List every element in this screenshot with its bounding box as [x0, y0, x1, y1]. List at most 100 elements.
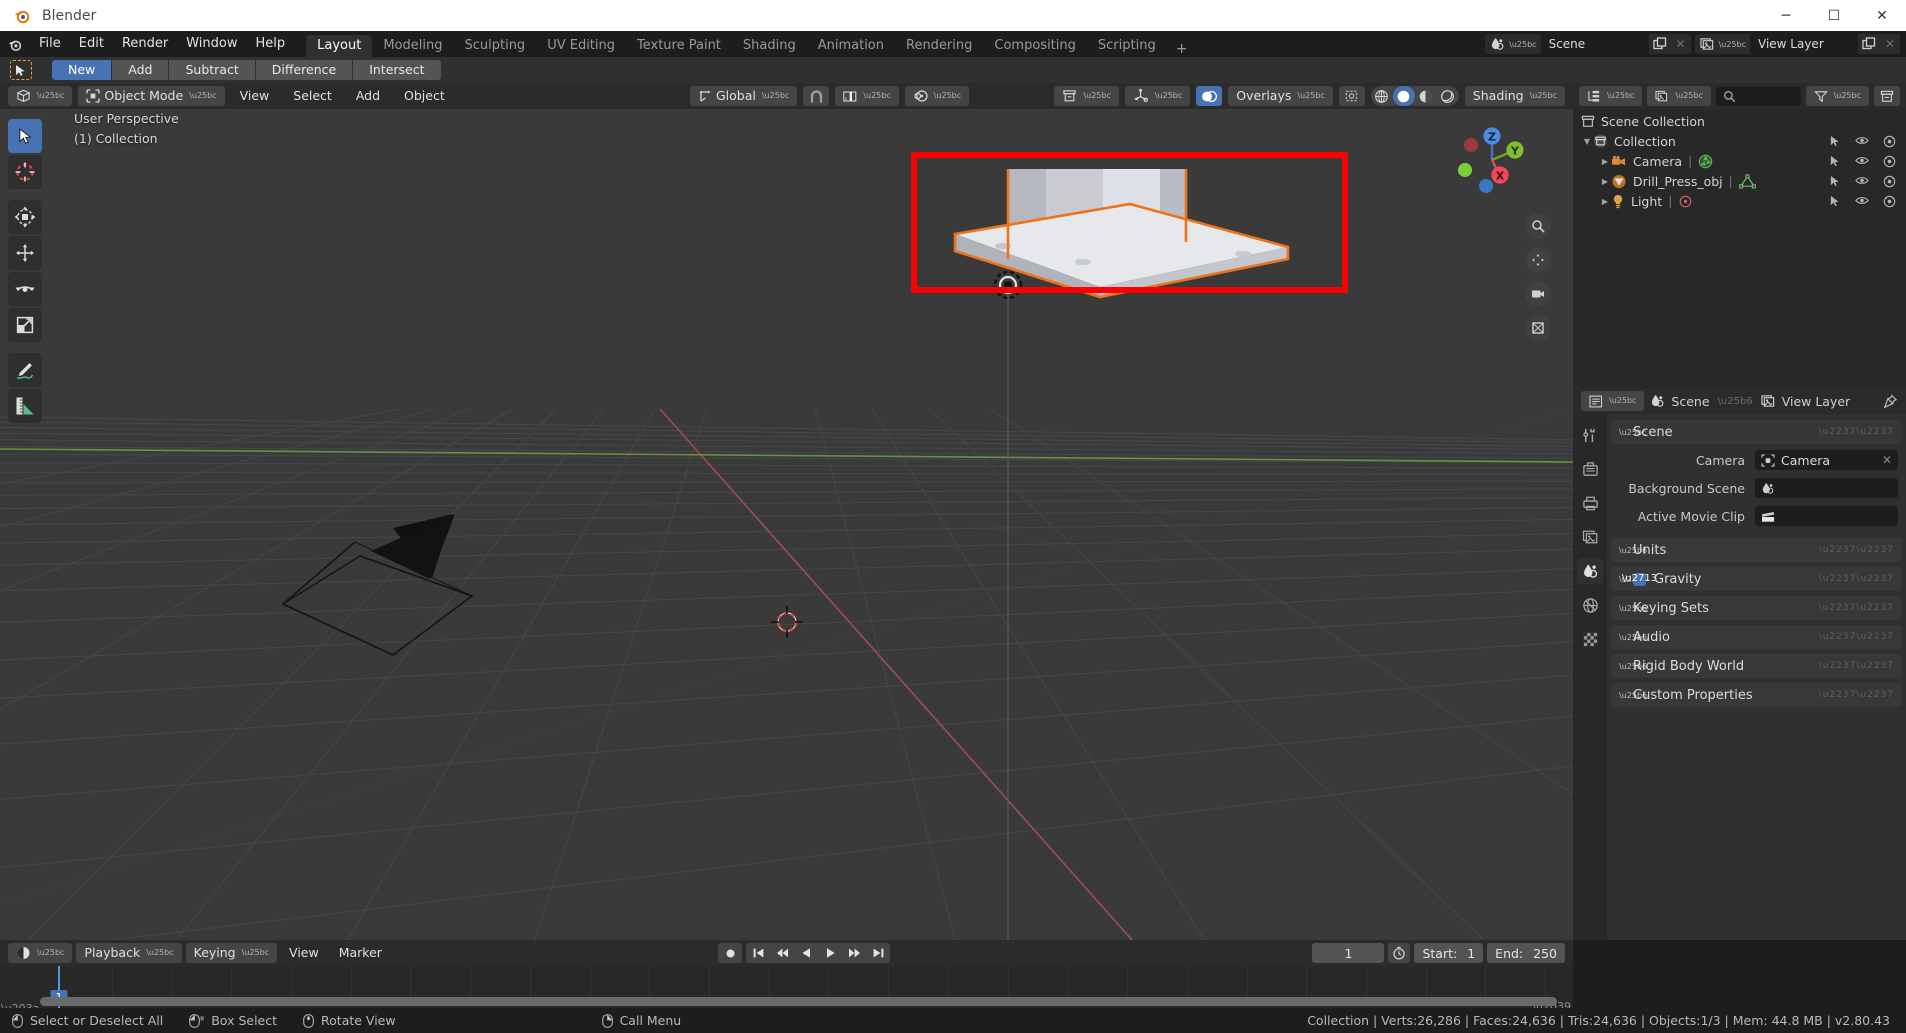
viewport-menu-object[interactable]: Object: [395, 86, 454, 106]
scene-selector[interactable]: \u25bc Scene ✕: [1485, 34, 1691, 54]
maximize-button[interactable]: ☐: [1810, 0, 1858, 31]
timeline-editor[interactable]: \u25bc Playback \u25bc Keying \u25bc Vie…: [0, 940, 1573, 1033]
camera-data-icon[interactable]: [1698, 154, 1713, 169]
panel-keying-sets[interactable]: \u25b6 Keying Sets \u2237\u2237: [1611, 596, 1902, 620]
clear-camera-button[interactable]: ✕: [1882, 453, 1892, 467]
outliner-row-scene-collection[interactable]: Scene Collection: [1573, 111, 1906, 131]
expander-drill-press-obj[interactable]: ▶: [1599, 177, 1611, 186]
outliner-view-layer-icon[interactable]: \u25bc: [1647, 86, 1711, 106]
panel-scene[interactable]: \u25bc Scene \u2237\u2237: [1611, 420, 1902, 444]
outliner-row-collection[interactable]: ▼ Collection: [1573, 131, 1906, 151]
tweak-select-tool-button[interactable]: [8, 119, 42, 153]
outliner-search-input[interactable]: [1715, 86, 1801, 106]
auto-keying-icon[interactable]: [1388, 943, 1411, 963]
shading-wireframe-button[interactable]: [1371, 86, 1393, 106]
menu-file[interactable]: File: [30, 34, 70, 54]
overlays-dropdown[interactable]: Overlays \u25bc: [1228, 86, 1333, 106]
xray-icon[interactable]: [1338, 86, 1365, 106]
annotate-tool-button[interactable]: [8, 353, 42, 387]
properties-tab-tool[interactable]: [1577, 422, 1603, 448]
interaction-mode-selector[interactable]: Object Mode \u25bc: [78, 86, 225, 106]
workspace-tab-scripting[interactable]: Scripting: [1087, 35, 1167, 57]
toggle-perspective-button[interactable]: [1525, 315, 1551, 341]
breadcrumb-scene-label[interactable]: Scene: [1671, 394, 1709, 409]
boolean-difference-button[interactable]: Difference: [255, 60, 354, 80]
hide-viewport-icon[interactable]: [1855, 195, 1869, 208]
tweak-select-icon[interactable]: [10, 60, 32, 80]
play-reverse-icon[interactable]: [794, 943, 818, 963]
menu-render[interactable]: Render: [113, 34, 177, 54]
selectable-icon[interactable]: [1829, 155, 1841, 168]
view-layer-name[interactable]: View Layer: [1750, 34, 1858, 54]
mesh-data-icon[interactable]: [1738, 173, 1756, 189]
jump-next-keyframe-icon[interactable]: [842, 943, 866, 963]
shading-dropdown[interactable]: Shading \u25bc: [1464, 86, 1565, 106]
blender-icon[interactable]: [0, 37, 30, 52]
disable-render-icon[interactable]: [1883, 195, 1896, 208]
workspace-tab-layout[interactable]: Layout: [306, 35, 373, 57]
view-layer-selector[interactable]: \u25bc View Layer ✕: [1694, 34, 1900, 54]
selectable-icon[interactable]: [1829, 175, 1841, 188]
navigation-gizmo[interactable]: Z Y X: [1453, 121, 1531, 199]
end-frame-value[interactable]: 250: [1533, 946, 1557, 961]
expander-collection[interactable]: ▼: [1581, 137, 1593, 146]
pin-icon[interactable]: [1883, 394, 1898, 409]
boolean-intersect-button[interactable]: Intersect: [353, 60, 441, 80]
workspace-tab-texture-paint[interactable]: Texture Paint: [626, 35, 732, 57]
breadcrumb-view-layer-label[interactable]: View Layer: [1782, 394, 1851, 409]
light-data-icon[interactable]: [1678, 194, 1693, 209]
outliner-row-drill-press-obj[interactable]: ▶ Drill_Press_obj |: [1573, 171, 1906, 191]
zoom-view-button[interactable]: [1525, 213, 1551, 239]
jump-prev-keyframe-icon[interactable]: [770, 943, 794, 963]
properties-tab-world[interactable]: [1577, 592, 1603, 618]
outliner-row-camera[interactable]: ▶ Camera |: [1573, 151, 1906, 171]
disable-render-icon[interactable]: [1883, 135, 1896, 148]
clear-scene-button[interactable]: ✕: [1670, 34, 1691, 54]
panel-audio[interactable]: \u25b6 Audio \u2237\u2237: [1611, 625, 1902, 649]
scene-name[interactable]: Scene: [1540, 34, 1649, 54]
viewport-menu-view[interactable]: View: [231, 86, 279, 106]
timeline-menu-keying[interactable]: Keying \u25bc: [185, 943, 278, 963]
panel-units[interactable]: \u25b6 Units \u2237\u2237: [1611, 538, 1902, 562]
gravity-checkbox[interactable]: \u2713: [1622, 572, 1657, 586]
workspace-tab-modeling[interactable]: Modeling: [372, 35, 453, 57]
field-camera-input[interactable]: Camera ✕: [1755, 450, 1898, 470]
view-layer-icon[interactable]: \u25bc: [1694, 34, 1750, 54]
hide-viewport-icon[interactable]: [1855, 135, 1869, 148]
properties-tab-view-layer[interactable]: [1577, 524, 1603, 550]
overlays-icon[interactable]: [1196, 86, 1223, 106]
magnet-icon[interactable]: [803, 86, 830, 106]
hide-viewport-icon[interactable]: [1855, 175, 1869, 188]
hide-viewport-icon[interactable]: [1855, 155, 1869, 168]
timeline-menu-marker[interactable]: Marker: [331, 943, 390, 963]
viewport-menu-select[interactable]: Select: [284, 86, 341, 106]
boolean-subtract-button[interactable]: Subtract: [169, 60, 256, 80]
minimize-button[interactable]: ─: [1762, 0, 1810, 31]
properties-editor[interactable]: \u25bc Scene \u25b6 View Layer \u25bc Sc…: [1573, 388, 1906, 940]
outliner-row-light[interactable]: ▶ Light |: [1573, 191, 1906, 211]
workspace-tab-animation[interactable]: Animation: [807, 35, 895, 57]
panel-rigid-body-world[interactable]: \u25b6 Rigid Body World \u2237\u2237: [1611, 654, 1902, 678]
expander-light[interactable]: ▶: [1599, 197, 1611, 206]
outliner-display-mode-icon[interactable]: \u25bc: [1579, 86, 1643, 106]
jump-to-end-icon[interactable]: [866, 943, 890, 963]
start-frame-value[interactable]: 1: [1467, 946, 1475, 961]
move-view-button[interactable]: [1525, 247, 1551, 273]
object-visibility-icon[interactable]: \u25bc: [1054, 86, 1119, 106]
play-icon[interactable]: [818, 943, 842, 963]
boolean-add-button[interactable]: Add: [112, 60, 170, 80]
properties-tab-scene[interactable]: [1577, 558, 1603, 584]
field-active-movie-clip-input[interactable]: [1755, 506, 1898, 526]
workspace-tab-compositing[interactable]: Compositing: [983, 35, 1087, 57]
editor-type-3dview-icon[interactable]: \u25bc: [8, 86, 73, 106]
close-button[interactable]: ✕: [1858, 0, 1906, 31]
menu-edit[interactable]: Edit: [70, 34, 113, 54]
viewport-menu-add[interactable]: Add: [347, 86, 389, 106]
record-icon[interactable]: [718, 943, 742, 963]
panel-custom-properties[interactable]: \u25b6 Custom Properties \u2237\u2237: [1611, 683, 1902, 707]
expander-camera[interactable]: ▶: [1599, 157, 1611, 166]
selectable-icon[interactable]: [1829, 195, 1841, 208]
measure-tool-button[interactable]: [8, 389, 42, 423]
scene-icon[interactable]: \u25bc: [1485, 34, 1541, 54]
new-scene-icon[interactable]: [1648, 34, 1671, 54]
